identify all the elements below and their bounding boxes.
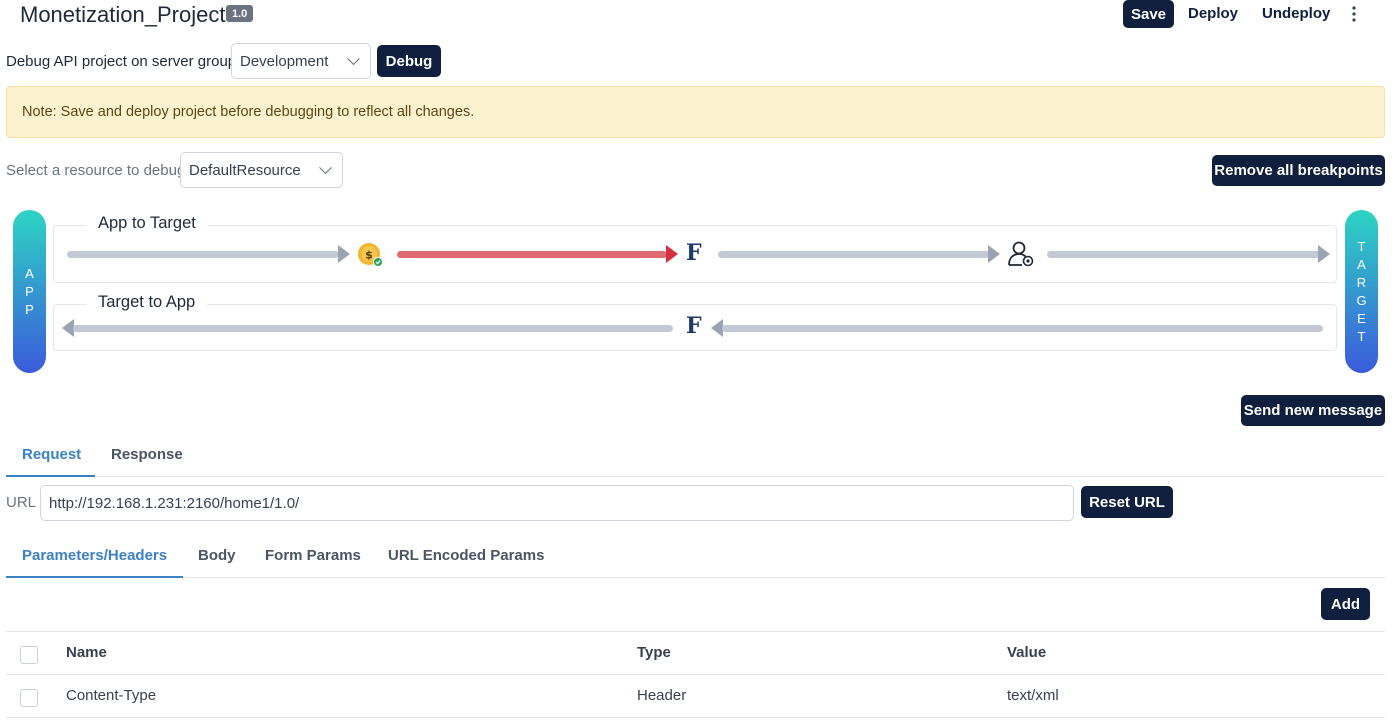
- url-label: URL: [6, 494, 37, 511]
- tab-body[interactable]: Body: [198, 547, 236, 564]
- chevron-down-icon: [319, 161, 332, 175]
- monetization-coin-icon[interactable]: $: [357, 242, 383, 268]
- tab-form-params[interactable]: Form Params: [265, 547, 361, 564]
- target-letter: A: [1357, 256, 1366, 272]
- row-value: text/xml: [1007, 687, 1059, 704]
- target-to-app-title: Target to App: [86, 293, 208, 312]
- breakpoint-connector[interactable]: [397, 251, 667, 258]
- url-value: http://192.168.1.231:2160/home1/1.0/: [49, 494, 300, 512]
- server-group-select[interactable]: Development: [231, 43, 371, 79]
- arrow-right-icon: [666, 245, 678, 263]
- flow-connector[interactable]: [1047, 251, 1320, 258]
- row-name: Content-Type: [66, 687, 157, 704]
- save-button[interactable]: Save: [1123, 0, 1174, 28]
- flow-connector[interactable]: [73, 325, 673, 332]
- arrow-right-icon: [338, 245, 350, 263]
- page-title: Monetization_Project: [20, 2, 226, 27]
- tab-response[interactable]: Response: [111, 446, 183, 463]
- resource-select-label: Select a resource to debug: [6, 162, 186, 179]
- arrow-right-icon: [1318, 245, 1330, 263]
- add-button[interactable]: Add: [1321, 588, 1370, 620]
- undeploy-button[interactable]: Undeploy: [1262, 5, 1330, 22]
- target-letter: R: [1356, 274, 1367, 290]
- row-checkbox[interactable]: [20, 689, 38, 707]
- chevron-down-icon: [347, 52, 360, 66]
- subtab-active-indicator: [6, 576, 183, 578]
- version-badge: 1.0: [226, 5, 254, 22]
- tab-parameters-headers[interactable]: Parameters/Headers: [22, 547, 167, 564]
- table-row[interactable]: Content-Type Header text/xml: [6, 675, 1385, 717]
- target-letter: T: [1357, 328, 1366, 344]
- url-input[interactable]: http://192.168.1.231:2160/home1/1.0/: [40, 485, 1074, 521]
- target-letter: G: [1356, 292, 1367, 308]
- tab-request[interactable]: Request: [22, 446, 81, 463]
- arrow-right-icon: [988, 245, 1000, 263]
- target-letter: E: [1357, 310, 1366, 326]
- table-top-border: [6, 631, 1385, 632]
- tab-active-indicator: [6, 475, 95, 477]
- column-header-type[interactable]: Type: [637, 644, 671, 661]
- note-text: Note: Save and deploy project before deb…: [22, 104, 475, 120]
- table-row-border: [6, 717, 1385, 718]
- app-pill: A P P: [13, 210, 46, 373]
- select-all-checkbox[interactable]: [20, 646, 38, 664]
- row-type: Header: [637, 687, 687, 704]
- column-header-name[interactable]: Name: [66, 644, 107, 661]
- function-f-icon[interactable]: F: [686, 313, 702, 339]
- debug-server-group-label: Debug API project on server group: [6, 53, 237, 70]
- app-to-target-title: App to Target: [86, 214, 208, 233]
- flow-connector[interactable]: [722, 325, 1323, 332]
- remove-all-breakpoints-button[interactable]: Remove all breakpoints: [1212, 155, 1385, 186]
- svg-text:$: $: [365, 249, 373, 262]
- app-letter: A: [25, 265, 34, 281]
- function-f-icon[interactable]: F: [686, 240, 702, 266]
- tab-url-encoded-params[interactable]: URL Encoded Params: [388, 547, 544, 564]
- resource-value: DefaultResource: [189, 161, 301, 179]
- app-letter: P: [25, 283, 34, 299]
- subtabs-divider: [6, 577, 1385, 578]
- info-note: Note: Save and deploy project before deb…: [6, 86, 1385, 138]
- target-letter: T: [1357, 238, 1366, 254]
- debug-button[interactable]: Debug: [377, 45, 441, 77]
- server-group-value: Development: [240, 52, 329, 70]
- send-new-message-button[interactable]: Send new message: [1241, 395, 1385, 426]
- user-gear-icon[interactable]: [1006, 240, 1036, 268]
- column-header-value[interactable]: Value: [1007, 644, 1046, 661]
- app-letter: P: [25, 301, 34, 317]
- tabs-divider: [6, 476, 1385, 477]
- more-options-icon[interactable]: [1348, 6, 1360, 22]
- target-pill: T A R G E T: [1345, 210, 1378, 373]
- resource-select[interactable]: DefaultResource: [180, 152, 343, 188]
- reset-url-button[interactable]: Reset URL: [1081, 486, 1173, 518]
- deploy-button[interactable]: Deploy: [1188, 5, 1238, 22]
- flow-connector[interactable]: [718, 251, 990, 258]
- flow-connector[interactable]: [67, 251, 339, 258]
